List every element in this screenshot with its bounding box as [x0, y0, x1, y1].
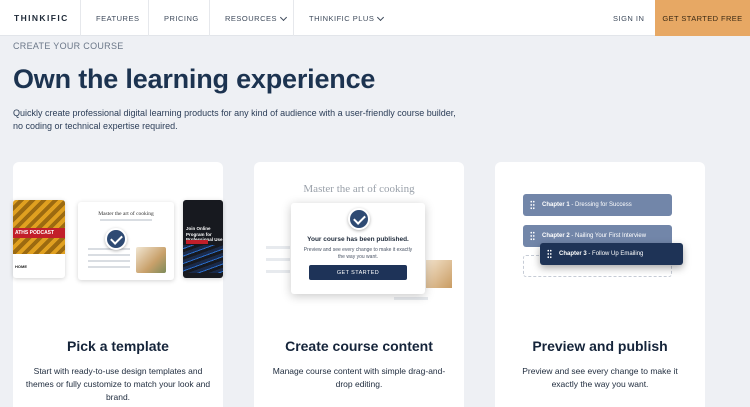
chapter-item[interactable]: Chapter 1 - Dressing for Success	[523, 194, 672, 216]
nav-resources-label: RESOURCES	[225, 13, 278, 23]
placeholder-line	[266, 246, 290, 249]
card-title: Create course content	[285, 338, 433, 354]
drag-handle-icon[interactable]	[547, 249, 552, 259]
checkmark-icon	[348, 208, 370, 230]
nav-features[interactable]: FEATURES	[96, 0, 139, 36]
food-photo	[136, 247, 166, 273]
background-course-title: Master the art of cooking	[303, 183, 415, 195]
template-thumbnail-podcast: ATHS PODCAST HOME	[13, 200, 65, 278]
placeholder-line	[266, 258, 290, 261]
chapter-label: Chapter 2	[542, 233, 570, 239]
intro-paragraph: Quickly create professional digital lear…	[13, 108, 456, 131]
chapter-name: - Dressing for Success	[571, 202, 632, 208]
drag-handle-icon[interactable]	[530, 200, 535, 210]
nav-divider	[209, 0, 210, 36]
nav-pricing[interactable]: PRICING	[164, 0, 199, 36]
brand-logo[interactable]: THINKIFIC	[14, 0, 69, 36]
publish-dialog: Your course has been published. Preview …	[291, 203, 425, 294]
template-thumbnail-dark: Join Online Program for Professional Use	[183, 200, 223, 278]
dialog-title: Your course has been published.	[307, 236, 409, 243]
sign-in-link[interactable]: SIGN IN	[613, 0, 644, 36]
food-photo	[426, 260, 452, 288]
card-title: Pick a template	[67, 338, 169, 354]
card-title: Preview and publish	[532, 338, 668, 354]
page-headline: Own the learning experience	[13, 64, 376, 94]
template-neon-image	[183, 245, 223, 273]
card-preview-publish: Chapter 1 - Dressing for Success Chapter…	[495, 162, 705, 407]
template-highlight-bar	[186, 240, 208, 244]
chapter-label: Chapter 1	[542, 202, 570, 208]
template-footer-text: HOME	[15, 264, 27, 269]
nav-resources[interactable]: RESOURCES	[225, 0, 288, 36]
card-description: Manage course content with simple drag-a…	[272, 366, 446, 389]
section-eyebrow: CREATE YOUR COURSE	[13, 41, 124, 51]
placeholder-line	[394, 297, 428, 300]
chevron-down-icon	[377, 13, 385, 21]
nav-divider	[148, 0, 149, 36]
drag-handle-icon[interactable]	[530, 231, 535, 241]
get-started-free-button[interactable]: GET STARTED FREE	[655, 0, 750, 36]
placeholder-line	[266, 270, 290, 273]
chevron-down-icon	[279, 13, 288, 21]
template-hero-image: ATHS PODCAST	[13, 200, 65, 254]
checkmark-icon	[105, 228, 127, 250]
placeholder-line	[88, 260, 130, 262]
chapter-label: Chapter 3	[559, 251, 587, 257]
dialog-get-started-button[interactable]: GET STARTED	[309, 265, 407, 280]
template-band-text: ATHS PODCAST	[13, 228, 65, 238]
chapter-item-dragging[interactable]: Chapter 3 - Follow Up Emailing	[540, 243, 683, 265]
dialog-message: Preview and see every change to make it …	[303, 247, 413, 260]
placeholder-line	[88, 254, 130, 256]
chapter-name: - Follow Up Emailing	[588, 251, 644, 257]
placeholder-line	[100, 219, 152, 221]
chapter-name: - Nailing Your First Interview	[571, 233, 647, 239]
card-description: Start with ready-to-use design templates…	[25, 366, 211, 402]
card-description: Preview and see every change to make it …	[522, 366, 678, 389]
nav-thinkific-plus[interactable]: THINKIFIC PLUS	[309, 0, 385, 36]
top-navigation: THINKIFIC FEATURES PRICING RESOURCES THI…	[0, 0, 750, 36]
card-create-content: Master the art of cooking Your course ha…	[254, 162, 464, 407]
template-title: Master the art of cooking	[98, 211, 154, 217]
card-pick-template: ATHS PODCAST HOME Master the art of cook…	[13, 162, 223, 407]
nav-divider	[80, 0, 81, 36]
nav-plus-label: THINKIFIC PLUS	[309, 13, 375, 23]
placeholder-line	[88, 266, 130, 268]
nav-divider	[293, 0, 294, 36]
